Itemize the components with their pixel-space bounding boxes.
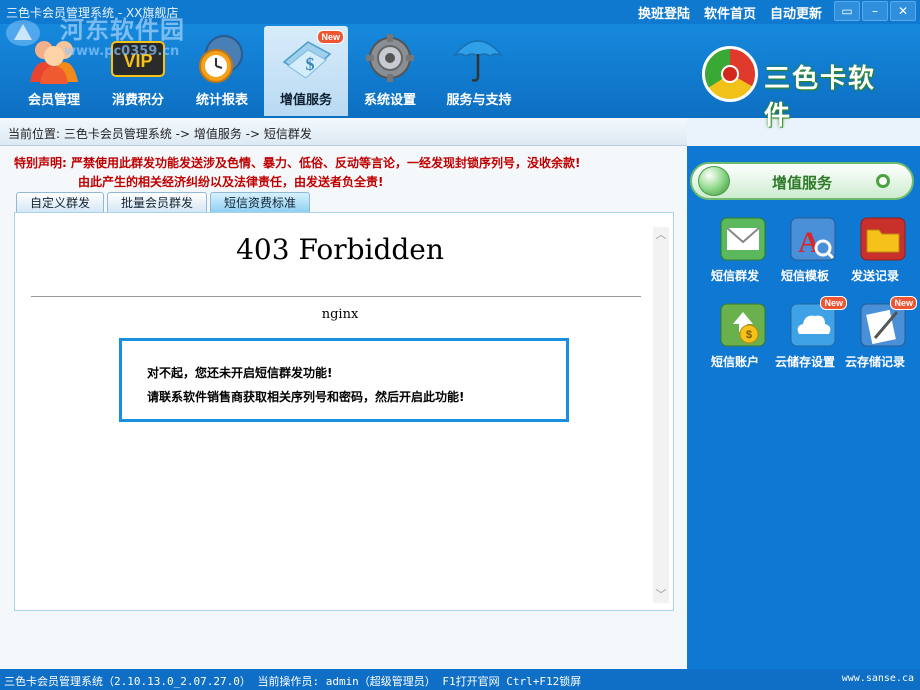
nav-label: 服务与支持 xyxy=(446,93,512,108)
nav-label: 消费积分 xyxy=(111,93,164,108)
nav-system-settings[interactable]: 系统设置 xyxy=(348,26,432,116)
status-text: 三色卡会员管理系统（2.10.13.0_2.07.27.0） 当前操作员: ad… xyxy=(4,675,582,688)
tab-custom-send[interactable]: 自定义群发 xyxy=(16,192,105,214)
envelope-icon xyxy=(720,217,766,261)
folder-icon xyxy=(860,217,906,261)
sms-tabs: 自定义群发 批量会员群发 短信资费标准 xyxy=(16,192,311,214)
error-title: 403 Forbidden xyxy=(236,233,444,266)
value-added-header: 增值服务 xyxy=(690,162,914,200)
func-cloud-storage-settings[interactable]: New 云储存设置 xyxy=(769,296,847,380)
nav-service-support[interactable]: 服务与支持 xyxy=(432,26,526,116)
web-content-frame: 403 Forbidden nginx 对不起，您还未开启短信群发功能! 请联系… xyxy=(14,212,674,611)
func-label: 发送记录 xyxy=(850,269,899,283)
tab-sms-pricing[interactable]: 短信资费标准 xyxy=(210,192,311,214)
vertical-scrollbar[interactable]: ︿ ﹀ xyxy=(653,227,669,603)
ring-icon xyxy=(876,174,890,188)
switch-shift-login-link[interactable]: 换班登陆 xyxy=(638,3,690,22)
auto-update-link[interactable]: 自动更新 xyxy=(770,3,822,22)
func-sms-send[interactable]: 短信群发 xyxy=(699,216,771,294)
func-sms-account[interactable]: $ 短信账户 xyxy=(699,302,771,380)
activation-message-box: 对不起，您还未开启短信群发功能! 请联系软件销售商获取相关序列号和密码，然后开启… xyxy=(119,338,569,422)
new-badge: New xyxy=(890,296,917,310)
breadcrumb: 当前位置: 三色卡会员管理系统 -> 增值服务 -> 短信群发 xyxy=(0,118,687,146)
func-send-record[interactable]: 发送记录 xyxy=(839,216,911,294)
restore-button[interactable]: ▭ xyxy=(834,1,860,21)
svg-text:$: $ xyxy=(306,54,315,74)
message-line-2: 请联系软件销售商获取相关序列号和密码，然后开启此功能! xyxy=(147,390,465,404)
status-bar: 三色卡会员管理系统（2.10.13.0_2.07.27.0） 当前操作员: ad… xyxy=(0,669,920,690)
watermark-url: www.pc0359.cn xyxy=(64,44,180,59)
notice-line-1: 特别声明: 严禁使用此群发功能发送涉及色情、暴力、低俗、反动等言论，一经发现封锁… xyxy=(14,156,581,170)
func-sms-template[interactable]: A 短信模板 xyxy=(769,216,841,294)
notice-line-2: 由此产生的相关经济纠纷以及法律责任，由发送者负全责! xyxy=(78,175,384,189)
gear-icon xyxy=(366,34,414,82)
top-links: 换班登陆 软件首页 自动更新 xyxy=(638,3,822,22)
scroll-down-icon[interactable]: ﹀ xyxy=(653,587,669,603)
umbrella-icon xyxy=(453,40,503,82)
right-panel: 增值服务 短信群发 A 短信模板 发送记录 $ 短信账户 New 云储存设置 N… xyxy=(687,146,920,669)
watermark-text: 河东软件园 xyxy=(60,15,185,44)
disclaimer-notice: 特别声明: 严禁使用此群发功能发送涉及色情、暴力、低俗、反动等言论，一经发现封锁… xyxy=(14,154,580,192)
nav-label: 统计报表 xyxy=(195,93,248,108)
tab-batch-member-send[interactable]: 批量会员群发 xyxy=(107,192,208,214)
minimize-button[interactable]: – xyxy=(862,1,888,21)
message-line-1: 对不起，您还未开启短信群发功能! xyxy=(147,366,333,380)
nav-value-added-services[interactable]: $ New 增值服务 xyxy=(264,26,348,116)
clock-chart-icon xyxy=(199,35,243,83)
main-panel: 特别声明: 严禁使用此群发功能发送涉及色情、暴力、低俗、反动等言论，一经发现封锁… xyxy=(0,146,687,669)
func-cloud-storage-record[interactable]: New 云存储记录 xyxy=(839,296,917,380)
status-url: www.sanse.ca xyxy=(841,673,914,684)
nav-label: 会员管理 xyxy=(27,93,80,108)
software-home-link[interactable]: 软件首页 xyxy=(704,3,756,22)
svg-text:$: $ xyxy=(746,329,752,341)
tricolor-logo-icon xyxy=(702,46,758,102)
brand-name: 三色卡软件 xyxy=(764,64,877,131)
template-icon: A xyxy=(790,217,836,261)
account-icon: $ xyxy=(720,303,766,347)
func-label: 云存储记录 xyxy=(844,355,905,369)
watermark-logo-icon xyxy=(6,20,40,46)
scroll-up-icon[interactable]: ︿ xyxy=(653,227,669,243)
brand-logo: 三色卡软件 xyxy=(702,46,902,131)
nav-label: 系统设置 xyxy=(363,93,416,108)
new-badge: New xyxy=(317,30,344,44)
nav-label: 增值服务 xyxy=(279,93,332,108)
close-button[interactable]: ✕ xyxy=(890,1,916,21)
nav-statistics-report[interactable]: 统计报表 xyxy=(180,26,264,116)
divider xyxy=(31,296,641,297)
window-controls: ▭ – ✕ xyxy=(834,1,916,21)
server-name: nginx xyxy=(321,307,359,322)
